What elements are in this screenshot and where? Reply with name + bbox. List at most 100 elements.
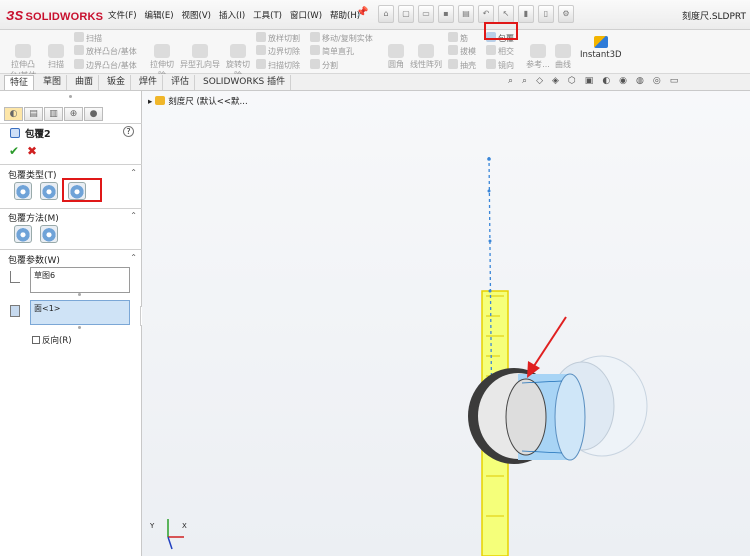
configuration-manager-icon[interactable]: ▥	[44, 107, 63, 121]
reference-geometry-icon	[530, 44, 546, 58]
intersect-button[interactable]: 相交	[486, 45, 514, 57]
cancel-button[interactable]: ✖	[27, 144, 37, 158]
collapse-chevron-icon[interactable]: ⌃	[130, 168, 137, 177]
wrap-type-deboss-button[interactable]	[40, 182, 58, 200]
menu-tools[interactable]: 工具(T)	[253, 9, 282, 21]
solidworks-logo[interactable]: ЗS SOLIDWORKS	[6, 8, 103, 23]
revolved-boss-button[interactable]: 扫描	[40, 44, 72, 70]
curves-button[interactable]: 曲线	[552, 44, 574, 70]
quick-access-toolbar: ⌂ ▢ ▭ ▪ ▤ ↶ ↖ ▮ ▯ ⚙	[378, 5, 574, 23]
section-view-icon[interactable]: ◈	[552, 76, 559, 86]
tab-solidworks-addins[interactable]: SOLIDWORKS 插件	[198, 75, 292, 90]
swept-cut-button[interactable]: 扫描切除	[256, 59, 300, 71]
feature-title: 包覆2	[10, 126, 51, 140]
save-icon[interactable]: ▪	[438, 5, 454, 23]
tab-surfaces[interactable]: 曲面	[70, 75, 100, 90]
instant3d-icon	[593, 36, 608, 48]
wrap-type-emboss-button[interactable]	[14, 182, 32, 200]
mirror-icon	[486, 59, 496, 69]
menu-file[interactable]: 文件(F)	[108, 9, 137, 21]
fillet-button[interactable]: 圆角	[384, 44, 408, 70]
tab-sheet-metal[interactable]: 钣金	[102, 75, 132, 90]
menu-window[interactable]: 窗口(W)	[290, 9, 322, 21]
mirror-button[interactable]: 镜向	[486, 59, 514, 71]
tab-weldments[interactable]: 焊件	[134, 75, 164, 90]
simple-hole-button[interactable]: 简单直孔	[310, 45, 354, 57]
field-resize-grip[interactable]	[78, 293, 81, 296]
model-view	[468, 156, 648, 556]
tab-evaluate[interactable]: 评估	[166, 75, 196, 90]
collapse-chevron-icon[interactable]: ⌃	[130, 253, 137, 262]
options-gear-icon[interactable]: ⚙	[558, 5, 574, 23]
wrap-method-spline-button[interactable]	[40, 225, 58, 243]
split-button[interactable]: 分割	[310, 59, 338, 71]
view-orientation-icon[interactable]: ▣	[585, 76, 594, 86]
linear-pattern-icon	[418, 44, 434, 58]
tab-features[interactable]: 特征	[4, 75, 35, 90]
hole-wizard-button[interactable]: 异型孔向导	[178, 44, 222, 70]
menu-view[interactable]: 视图(V)	[182, 9, 211, 21]
print-icon[interactable]: ▤	[458, 5, 474, 23]
feature-manager-icon[interactable]: ◐	[4, 107, 23, 121]
field-resize-grip[interactable]	[78, 326, 81, 329]
menu-insert[interactable]: 插入(I)	[219, 9, 245, 21]
dimxpert-icon[interactable]: ⊕	[64, 107, 83, 121]
zoom-to-fit-icon[interactable]: ⌕	[508, 76, 513, 86]
checkbox-box[interactable]	[32, 336, 40, 344]
scene-icon[interactable]: ◎	[653, 76, 661, 86]
wrap-method-analytical-button[interactable]	[14, 225, 32, 243]
boundary-cut-button[interactable]: 边界切除	[256, 45, 300, 57]
swept-cut-icon	[256, 59, 266, 69]
dynamic-annotation-icon[interactable]: ⬡	[568, 76, 576, 86]
zoom-area-icon[interactable]: ⌕	[522, 76, 527, 86]
rib-button[interactable]: 筋	[448, 32, 468, 44]
lofted-cut-button[interactable]: 放样切割	[256, 32, 300, 44]
sketch-source-field[interactable]: 草图6	[30, 267, 130, 293]
property-manager: ◐ ▤ ▥ ⊕ ● 包覆2 ? ✔ ✖ 包覆类型(T) ⌃ 包覆方法(M) ⌃ …	[0, 91, 142, 556]
property-manager-icon[interactable]: ▤	[24, 107, 43, 121]
reverse-direction-checkbox[interactable]: 反向(R)	[32, 334, 72, 346]
instant3d-button[interactable]: Instant3D	[580, 36, 622, 60]
sweep-icon	[74, 32, 84, 42]
display-style-icon[interactable]: ◐	[602, 76, 610, 86]
help-button[interactable]: ?	[123, 126, 134, 137]
rebuild-icon[interactable]: ▮	[518, 5, 534, 23]
menu-edit[interactable]: 编辑(E)	[145, 9, 174, 21]
file-properties-icon[interactable]: ▯	[538, 5, 554, 23]
sweep-button[interactable]: 扫描	[74, 32, 102, 44]
fillet-icon	[388, 44, 404, 58]
home-icon[interactable]: ⌂	[378, 5, 394, 23]
intersect-icon	[486, 45, 496, 55]
loft-button[interactable]: 放样凸台/基体	[74, 45, 137, 57]
shell-button[interactable]: 抽壳	[448, 59, 476, 71]
simple-hole-icon	[310, 45, 320, 55]
tab-sketch[interactable]: 草图	[38, 75, 68, 90]
reference-geometry-button[interactable]: 参考...	[524, 44, 552, 70]
wrap-method-section-label: 包覆方法(M)	[8, 214, 59, 224]
display-manager-icon[interactable]: ●	[84, 107, 103, 121]
linear-pattern-button[interactable]: 线性阵列	[408, 44, 444, 70]
rib-icon	[448, 32, 458, 42]
open-icon[interactable]: ▭	[418, 5, 434, 23]
menu-bar: 文件(F) 编辑(E) 视图(V) 插入(I) 工具(T) 窗口(W) 帮助(H…	[108, 9, 360, 21]
draft-button[interactable]: 拔模	[448, 45, 476, 57]
pin-icon[interactable]: 📌	[356, 7, 368, 18]
extrude-icon	[15, 44, 31, 58]
select-icon[interactable]: ↖	[498, 5, 514, 23]
new-document-icon[interactable]: ▢	[398, 5, 414, 23]
boundary-boss-button[interactable]: 边界凸台/基体	[74, 59, 137, 71]
shell-icon	[448, 59, 458, 69]
divider	[0, 208, 142, 209]
collapse-chevron-icon[interactable]: ⌃	[130, 211, 137, 220]
undo-icon[interactable]: ↶	[478, 5, 494, 23]
hide-show-icon[interactable]: ◉	[619, 76, 627, 86]
target-face-field[interactable]: 面<1>	[30, 300, 130, 325]
appearance-icon[interactable]: ◍	[636, 76, 644, 86]
split-icon	[310, 59, 320, 69]
previous-view-icon[interactable]: ◇	[536, 76, 543, 86]
move-copy-body-button[interactable]: 移动/复制实体	[310, 32, 373, 44]
panel-grip	[69, 95, 72, 98]
view-settings-icon[interactable]: ▭	[670, 76, 679, 86]
ok-button[interactable]: ✔	[9, 144, 19, 158]
coordinate-triad: Y X	[148, 515, 188, 557]
